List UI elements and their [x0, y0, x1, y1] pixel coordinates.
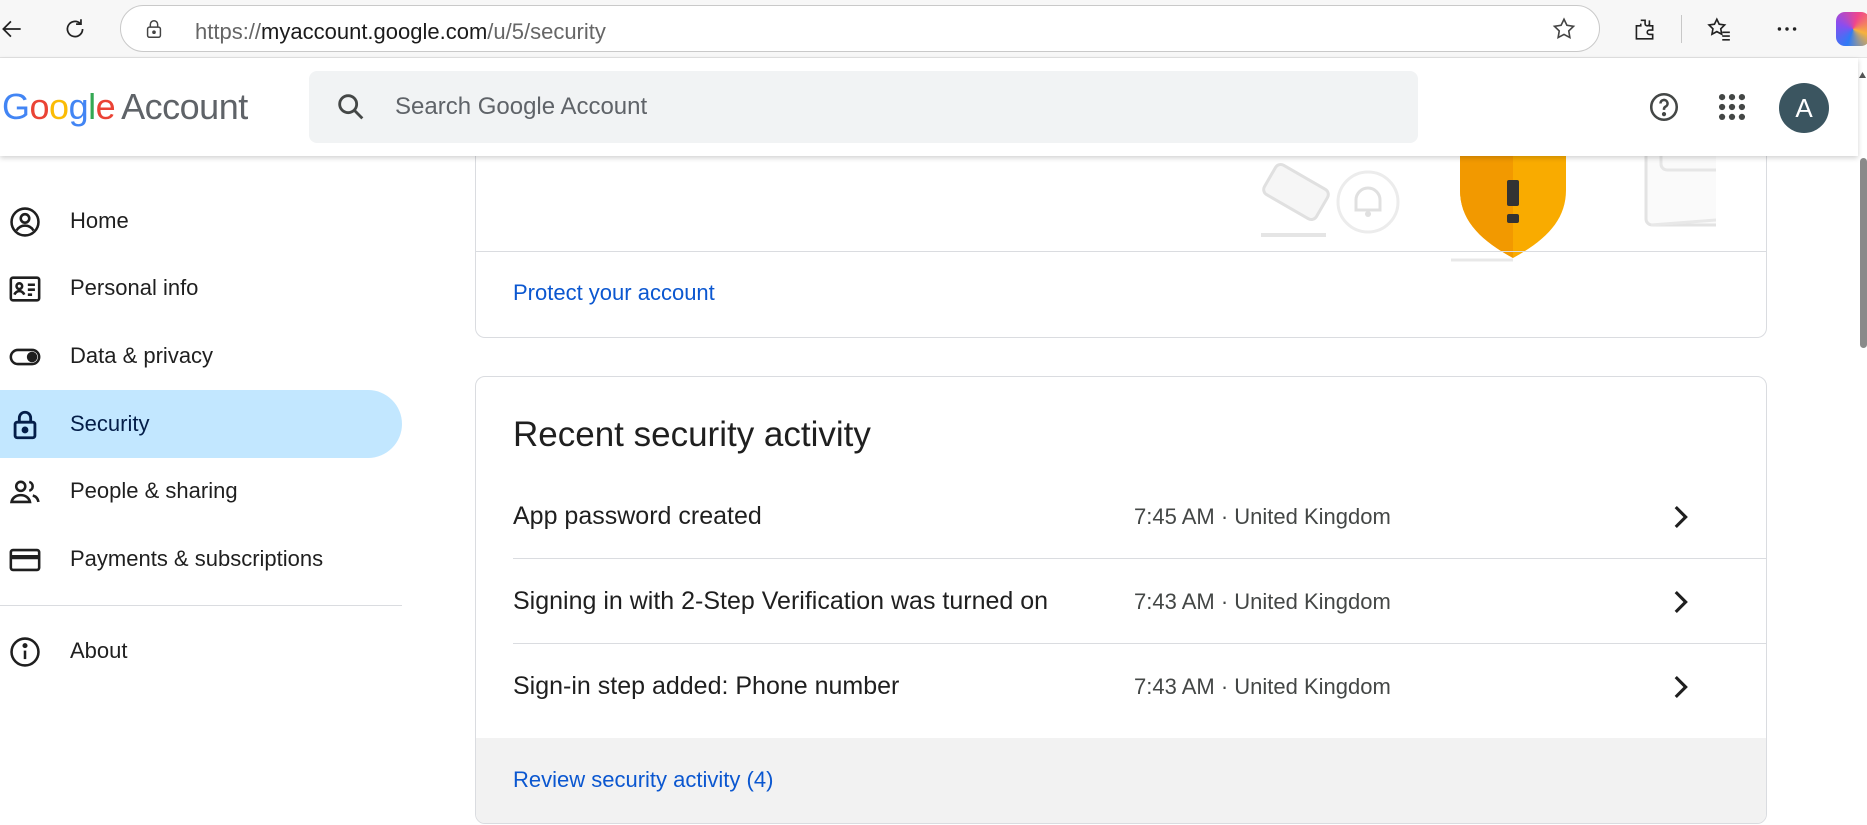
logo-letter-o1: o: [29, 86, 50, 127]
sidebar-item-label: Security: [70, 411, 150, 436]
chevron-right-icon: [1674, 675, 1688, 699]
favorites-icon[interactable]: [1699, 9, 1739, 49]
lock-icon: [13, 410, 37, 440]
search-icon[interactable]: [334, 90, 368, 124]
google-account-logo[interactable]: Google Account: [2, 86, 248, 128]
back-icon[interactable]: [0, 9, 32, 49]
url-scheme: https://: [195, 19, 262, 44]
sidebar-item-home[interactable]: Home: [0, 187, 402, 255]
url-text[interactable]: https://myaccount.google.com/u/5/securit…: [195, 19, 606, 45]
sidebar-item-label: People & sharing: [70, 478, 238, 503]
recent-security-activity-card: Recent security activity App password cr…: [475, 376, 1767, 824]
info-icon: [10, 637, 40, 667]
sidebar-item-label: Personal info: [70, 275, 199, 300]
protect-account-link[interactable]: Protect your account: [513, 280, 715, 306]
logo-letter-l: l: [88, 86, 96, 127]
scrollbar-thumb[interactable]: [1860, 158, 1867, 348]
chevron-right-icon: [1674, 590, 1688, 614]
activity-row[interactable]: App password created 7:45 AM · United Ki…: [513, 474, 1766, 559]
browser-toolbar: https://myaccount.google.com/u/5/securit…: [0, 0, 1867, 58]
logo-letter-g: G: [2, 86, 30, 127]
activity-row[interactable]: Sign-in step added: Phone number 7:43 AM…: [513, 644, 1766, 729]
search-box[interactable]: [309, 71, 1418, 143]
sidebar-item-about[interactable]: About: [0, 617, 402, 685]
help-icon[interactable]: [1641, 84, 1687, 130]
copilot-icon[interactable]: [1836, 12, 1867, 46]
more-icon[interactable]: [1767, 9, 1807, 49]
google-account-header: GoogleAccount A: [0, 58, 1858, 156]
extensions-icon[interactable]: [1624, 9, 1664, 49]
activity-card-title: Recent security activity: [513, 415, 871, 454]
activity-event: Signing in with 2-Step Verification was …: [513, 587, 1049, 615]
activity-time-location: 7:43 AM · United Kingdom: [1134, 674, 1391, 699]
scroll-up-arrow-icon[interactable]: [1858, 64, 1867, 86]
avatar[interactable]: A: [1779, 83, 1829, 133]
id-card-icon: [9, 276, 41, 302]
url-path: /u/5/security: [487, 19, 606, 44]
account-circle-icon: [10, 207, 40, 237]
sidebar-item-label: About: [70, 638, 128, 663]
logo-letter-e: e: [95, 86, 116, 127]
sidebar-item-label: Payments & subscriptions: [70, 546, 324, 571]
lock-icon[interactable]: [143, 18, 165, 40]
sidebar-item-payments[interactable]: Payments & subscriptions: [0, 525, 402, 593]
sidebar-item-people-sharing[interactable]: People & sharing: [0, 457, 402, 525]
sidebar-item-data-privacy[interactable]: Data & privacy: [0, 322, 402, 390]
sidebar-item-label: Data & privacy: [70, 343, 214, 368]
url-host: myaccount.google.com: [261, 19, 488, 44]
activity-event: App password created: [513, 502, 762, 530]
activity-card-footer: Review security activity (4): [476, 738, 1766, 823]
card-divider: [476, 251, 1766, 252]
activity-event: Sign-in step added: Phone number: [513, 672, 900, 700]
chevron-right-icon: [1674, 505, 1688, 529]
sidebar-divider: [0, 605, 402, 606]
review-security-activity-link[interactable]: Review security activity (4): [513, 767, 773, 793]
refresh-icon[interactable]: [55, 9, 95, 49]
logo-letter-o2: o: [49, 86, 69, 127]
activity-row[interactable]: Signing in with 2-Step Verification was …: [513, 559, 1766, 644]
search-input[interactable]: [395, 71, 1385, 143]
sidebar-item-security[interactable]: Security: [0, 390, 402, 458]
address-bar[interactable]: https://myaccount.google.com/u/5/securit…: [120, 5, 1600, 52]
activity-time-location: 7:43 AM · United Kingdom: [1134, 589, 1391, 614]
apps-grid-icon[interactable]: [1709, 84, 1755, 130]
activity-time-location: 7:45 AM · United Kingdom: [1134, 504, 1391, 529]
toolbar-separator: [1681, 15, 1682, 43]
security-shield-illustration: [1261, 150, 1716, 262]
credit-card-icon: [9, 548, 41, 572]
logo-letter-g2: g: [68, 86, 89, 127]
app-window: https://myaccount.google.com/u/5/securit…: [0, 0, 1867, 825]
favorite-star-icon[interactable]: [1551, 16, 1577, 42]
people-icon: [9, 480, 40, 504]
toggle-icon: [9, 348, 41, 366]
sidebar-item-personal-info[interactable]: Personal info: [0, 254, 402, 322]
logo-account-word: Account: [121, 86, 248, 127]
sidebar-item-label: Home: [70, 208, 129, 233]
